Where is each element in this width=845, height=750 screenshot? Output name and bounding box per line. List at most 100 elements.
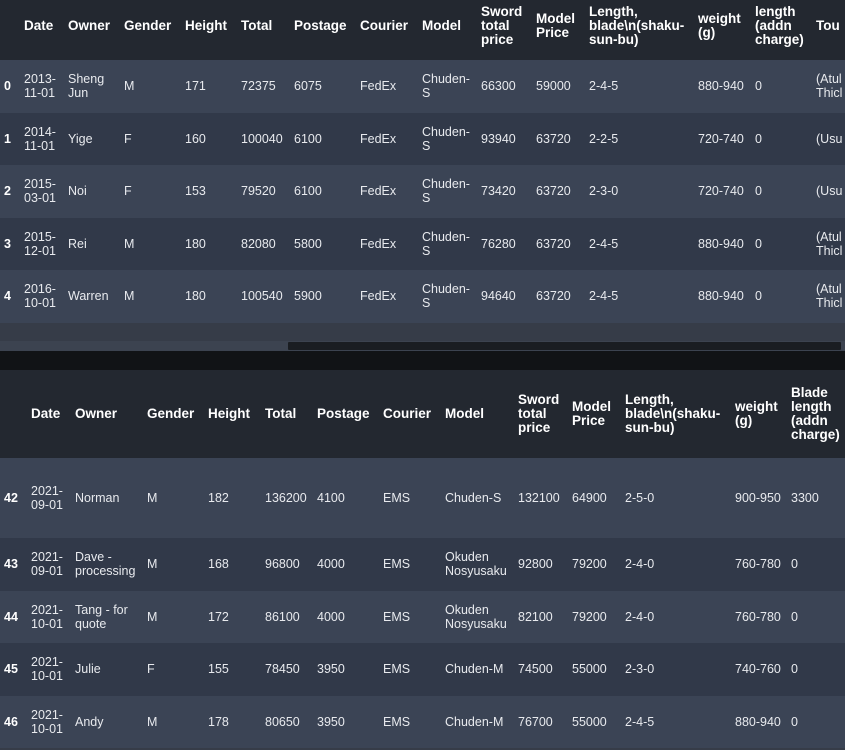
column-header: Owner: [71, 370, 143, 458]
table-cell: 4000: [313, 590, 379, 643]
table-cell: 2021-10-01: [27, 695, 71, 748]
table-cell: 6075: [290, 60, 356, 113]
table-cell: (Usu Thin: [812, 165, 845, 218]
column-header: length (addn charge): [751, 0, 812, 60]
row-index: 1: [0, 112, 20, 165]
table-cell: 172: [204, 590, 261, 643]
table-cell: Yige: [64, 112, 120, 165]
table-cell: 79520: [237, 165, 290, 218]
table-cell: Warren: [64, 270, 120, 323]
table-cell: 0: [751, 112, 812, 165]
table-cell: 2-4-0: [621, 538, 731, 591]
table-cell: Chuden-S: [418, 217, 477, 270]
table-cell: M: [143, 695, 204, 748]
column-header: Sword total price: [477, 0, 532, 60]
table-cell: 63720: [532, 165, 585, 218]
table-cell: Chuden-S: [418, 165, 477, 218]
table-cell: 2016-10-01: [20, 270, 64, 323]
column-header: weight (g): [731, 370, 787, 458]
table-cell: 880-940: [731, 695, 787, 748]
table-row: 0 2013-11-01 Sheng Jun M 171 72375 6075 FedEx Ch…: [0, 60, 845, 113]
column-header: Owner: [64, 0, 120, 60]
horizontal-scrollbar-thumb[interactable]: [288, 342, 841, 350]
table-row: 2 2015-03-01 Noi F 153 79520 6100 FedEx Chuden-S…: [0, 165, 845, 218]
table-cell: 760-780: [731, 538, 787, 591]
table-cell: 2-2-5: [585, 112, 694, 165]
column-header: Model Price: [568, 370, 621, 458]
table-cell: Chuden-S: [418, 60, 477, 113]
table-cell: 740-760: [731, 643, 787, 696]
table-cell: FedEx: [356, 270, 418, 323]
table-row: 3 2015-12-01 Rei M 180 82080 5800 FedEx Chuden-S…: [0, 217, 845, 270]
column-header: Courier: [356, 0, 418, 60]
column-header: Tou: [812, 0, 845, 60]
table-cell: 6100: [290, 165, 356, 218]
table-cell: (Atul usub Thicl: [812, 270, 845, 323]
table-cell: 63720: [532, 112, 585, 165]
table-cell: 72375: [237, 60, 290, 113]
table-cell: 0: [787, 538, 845, 591]
table-cell: 100540: [237, 270, 290, 323]
column-header: weight (g): [694, 0, 751, 60]
column-header: Model: [418, 0, 477, 60]
column-header: Length, blade\n(shaku-sun-bu): [585, 0, 694, 60]
table-cell: 2013-11-01: [20, 60, 64, 113]
table-cell: 2-4-5: [585, 60, 694, 113]
row-index: 0: [0, 60, 20, 113]
row-index: 2: [0, 165, 20, 218]
table-cell: (Atul usub Thicl: [812, 217, 845, 270]
table-cell: 3950: [313, 643, 379, 696]
table-cell: 82080: [237, 217, 290, 270]
column-header: Model: [441, 370, 514, 458]
row-index: 3: [0, 217, 20, 270]
table-cell: 93940: [477, 112, 532, 165]
table-cell: 63720: [532, 217, 585, 270]
table-cell: 180: [181, 217, 237, 270]
column-header: Length, blade\n(shaku-sun-bu): [621, 370, 731, 458]
table-cell: 94640: [477, 270, 532, 323]
table-cell: Chuden-M: [441, 643, 514, 696]
top-dataframe-table: Date Owner Gender Height Total Postage Courier…: [0, 0, 845, 323]
table-cell: F: [143, 643, 204, 696]
table-cell: (Atul usub Thicl: [812, 60, 845, 113]
table-cell: 79200: [568, 538, 621, 591]
table-cell: 2-3-0: [621, 643, 731, 696]
table-cell: 178: [204, 695, 261, 748]
table-cell: 76280: [477, 217, 532, 270]
table-header-row: Date Owner Gender Height Total Postage Courier…: [0, 0, 845, 60]
column-header: Date: [20, 0, 64, 60]
row-index: 46: [0, 695, 27, 748]
row-index: 44: [0, 590, 27, 643]
table-cell: 2014-11-01: [20, 112, 64, 165]
index-header: [0, 0, 20, 60]
column-header: Postage: [313, 370, 379, 458]
table-cell: 55000: [568, 695, 621, 748]
table-cell: Chuden-S: [418, 112, 477, 165]
table-row: 46 2021-10-01 Andy M 178 80650 3950 EMS Chuden-M…: [0, 695, 845, 748]
table-cell: 136200: [261, 458, 313, 538]
table-cell: Rei: [64, 217, 120, 270]
table-cell: 2-4-5: [585, 217, 694, 270]
table-cell: 4100: [313, 458, 379, 538]
column-header: Sword total price: [514, 370, 568, 458]
table-cell: EMS: [379, 458, 441, 538]
table-cell: EMS: [379, 538, 441, 591]
table-cell: 168: [204, 538, 261, 591]
table-cell: 63720: [532, 270, 585, 323]
table-cell: Andy: [71, 695, 143, 748]
table-cell: 92800: [514, 538, 568, 591]
table-cell: 3950: [313, 695, 379, 748]
table-cell: F: [120, 112, 181, 165]
table-cell: 2021-09-01: [27, 538, 71, 591]
table-cell: 0: [751, 270, 812, 323]
table-cell: Chuden-S: [418, 270, 477, 323]
table-cell: 2015-03-01: [20, 165, 64, 218]
top-dataframe-panel: Date Owner Gender Height Total Postage Courier…: [0, 0, 845, 350]
table-cell: M: [143, 458, 204, 538]
table-cell: 0: [787, 643, 845, 696]
column-header: Courier: [379, 370, 441, 458]
table-cell: FedEx: [356, 60, 418, 113]
table-cell: 180: [181, 270, 237, 323]
table-cell: EMS: [379, 643, 441, 696]
column-header: Blade length (addn charge): [787, 370, 845, 458]
